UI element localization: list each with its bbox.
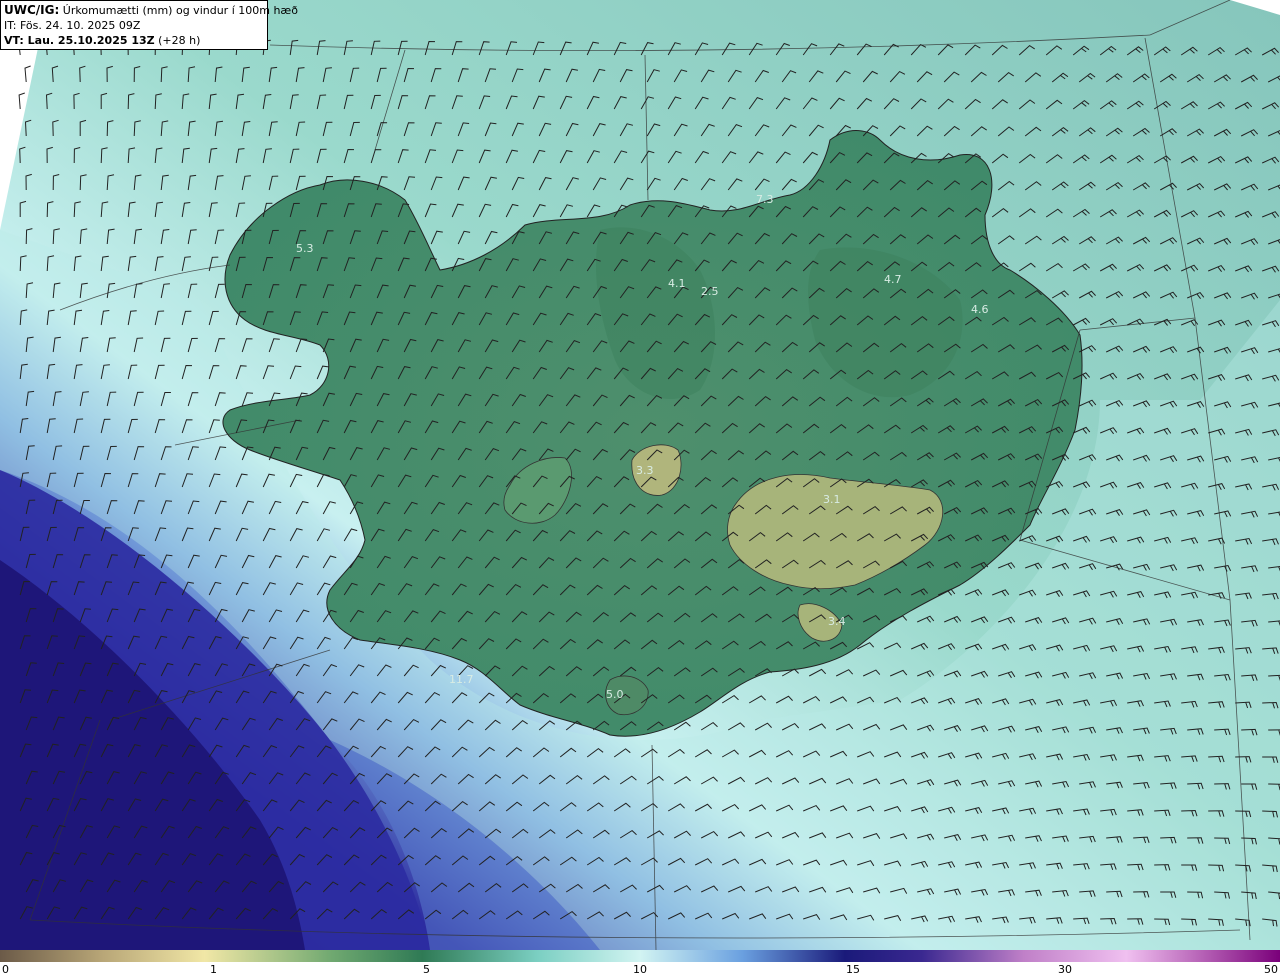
colorbar (0, 950, 1280, 962)
precipitation-map: 5.3 4.1 2.5 7.3 4.7 4.6 3.3 3.1 3.4 5.0 … (0, 0, 1280, 962)
map-label: 4.7 (884, 273, 902, 286)
colorbar-tick-label: 10 (633, 963, 647, 976)
product-code: UWC/IG: (4, 3, 60, 17)
map-label: 5.0 (606, 688, 624, 701)
map-label: 5.3 (296, 242, 314, 255)
map-label: 3.4 (828, 615, 846, 628)
map-label: 3.1 (823, 493, 841, 506)
colorbar-tick-label: 15 (846, 963, 860, 976)
valid-time: VT: Lau. 25.10.2025 13Z (4, 34, 155, 47)
colorbar-tick-label: 50 (1264, 963, 1278, 976)
map-info-box: UWC/IG: Úrkomumætti (mm) og vindur í 100… (0, 0, 298, 50)
map-label: 7.3 (756, 193, 774, 206)
colorbar-tick-label: 30 (1058, 963, 1072, 976)
forecast-lead: (+28 h) (158, 34, 201, 47)
map-label: 4.6 (971, 303, 989, 316)
issue-time: IT: Fös. 24. 10. 2025 09Z (4, 19, 141, 32)
map-label: 4.1 (668, 277, 686, 290)
product-title: Úrkomumætti (mm) og vindur í 100m hæð (62, 4, 298, 17)
colorbar-tick-label: 5 (423, 963, 430, 976)
colorbar-tick-label: 0 (2, 963, 9, 976)
map-label: 2.5 (701, 285, 719, 298)
colorbar-tick-label: 1 (210, 963, 217, 976)
colorbar-labels: 0 1 5 10 15 30 50 (0, 962, 1280, 978)
map-label: 3.3 (636, 464, 654, 477)
map-label: 11.7 (449, 673, 474, 686)
